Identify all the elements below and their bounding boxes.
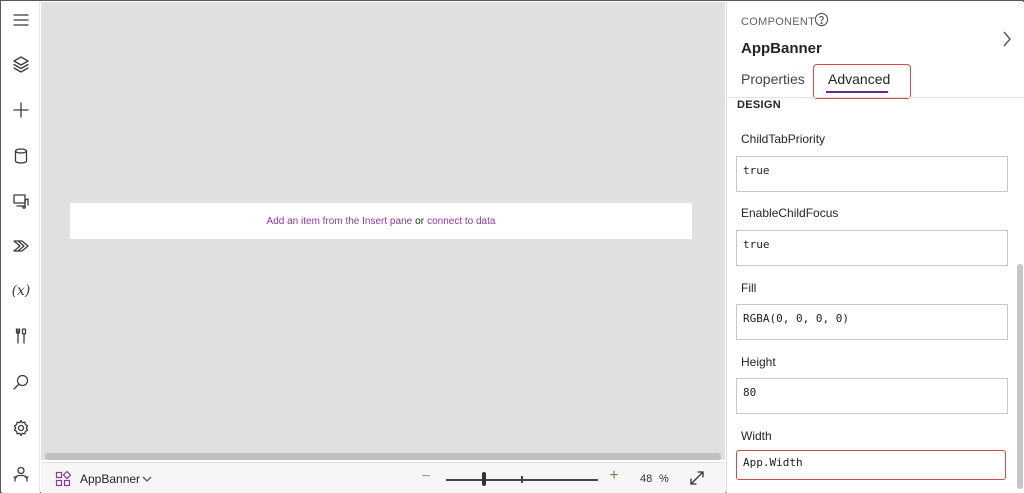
variables-icon[interactable]: (x) [5,275,37,307]
design-canvas[interactable]: Add an item from the Insert pane or conn… [41,2,725,460]
power-automate-icon[interactable] [5,230,37,262]
help-icon[interactable] [814,12,830,28]
properties-pane: COMPONENT AppBanner Properties Advanced … [726,2,1024,493]
field-label-fill: Fill [741,281,757,295]
horizontal-scrollbar[interactable] [45,453,721,460]
zoom-value: 48 [640,473,653,485]
zoom-slider-default-tick [521,476,523,483]
field-label-enablechildfocus: EnableChildFocus [741,206,839,220]
zoom-out-button[interactable]: − [419,468,433,486]
tree-view-icon[interactable] [5,48,37,80]
advanced-tab-highlight [813,64,911,99]
data-icon[interactable] [5,140,37,172]
tab-properties[interactable]: Properties [741,71,805,87]
zoom-unit: % [659,473,669,485]
insert-pane-link[interactable]: Add an item from the Insert pane [267,216,413,227]
enablechildfocus-input[interactable]: true [736,230,1008,266]
chevron-right-icon[interactable] [1001,30,1015,50]
component-selector[interactable]: AppBanner [80,472,140,486]
pane-kicker: COMPONENT [741,16,816,28]
field-label-width: Width [741,429,772,443]
insert-icon[interactable] [5,94,37,126]
menu-icon[interactable] [5,4,37,36]
fit-to-window-icon[interactable] [689,470,707,488]
zoom-in-button[interactable]: + [607,467,621,485]
connect-data-link[interactable]: connect to data [427,216,495,227]
or-text: or [415,215,425,227]
bottom-bar: AppBanner − + 48 % [41,462,725,493]
media-icon[interactable] [5,185,37,217]
height-input[interactable]: 80 [736,378,1008,414]
width-input[interactable]: App.Width [736,450,1006,480]
zoom-slider-thumb[interactable] [482,472,486,486]
settings-icon[interactable] [5,412,37,444]
left-rail: (x) [2,2,40,493]
pane-vertical-scrollbar[interactable] [1017,264,1023,489]
search-icon[interactable] [5,366,37,398]
pane-title: AppBanner [741,40,822,57]
tabs-divider [727,97,1024,98]
field-label-height: Height [741,355,776,369]
app-banner-component[interactable]: Add an item from the Insert pane or conn… [70,203,692,239]
advanced-tools-icon[interactable] [5,320,37,352]
component-icon [55,470,72,487]
chevron-down-icon[interactable] [141,472,155,486]
childtabpriority-input[interactable]: true [736,156,1008,192]
fill-input[interactable]: RGBA(0, 0, 0, 0) [736,304,1008,340]
section-heading: DESIGN [737,99,781,111]
virtual-agent-icon[interactable] [5,458,37,490]
app-window: (x) Add an item from the Insert pane or … [0,0,1024,493]
field-label-childtabpriority: ChildTabPriority [741,132,826,146]
